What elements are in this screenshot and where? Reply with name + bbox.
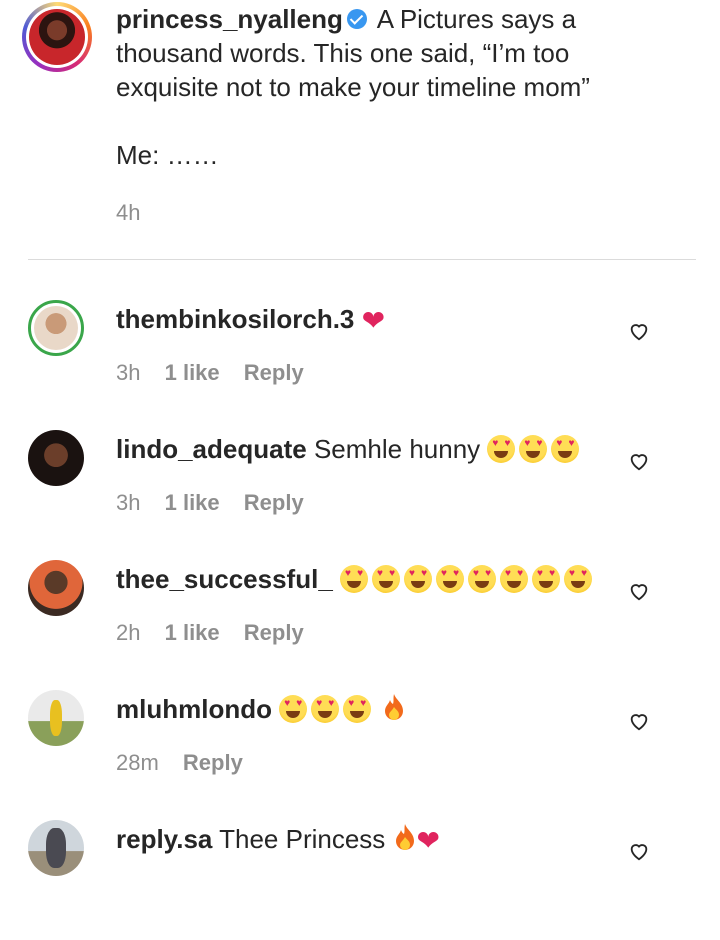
comment-username[interactable]: reply.sa	[116, 824, 212, 854]
comment-likes[interactable]: 1 like	[165, 490, 220, 515]
comment-username[interactable]: mluhmlondo	[116, 694, 272, 724]
fire-emoji	[395, 824, 414, 850]
heart-eyes-emoji	[311, 695, 340, 723]
post-author-avatar[interactable]	[22, 2, 92, 72]
avatar-photo	[29, 9, 85, 65]
caption-line-2: thousand words. This one said, “I’m too	[116, 38, 570, 68]
comment-username[interactable]: lindo_adequate	[116, 434, 307, 464]
comment-body: Thee Princess	[219, 824, 386, 854]
post-author-username[interactable]: princess_nyalleng	[116, 4, 343, 34]
like-heart-icon[interactable]	[628, 580, 650, 602]
reply-button[interactable]: Reply	[244, 620, 304, 645]
comment-meta: 28m Reply	[116, 750, 261, 776]
red-heart-emoji: ❤	[361, 305, 386, 336]
heart-eyes-emoji	[468, 565, 497, 593]
comment-username[interactable]: thembinkosilorch.3	[116, 304, 354, 334]
like-heart-icon[interactable]	[628, 710, 650, 732]
like-heart-icon[interactable]	[628, 450, 650, 472]
comment-item: reply.sa Thee Princess ❤	[0, 820, 720, 940]
heart-eyes-emoji	[436, 565, 465, 593]
post-caption: princess_nyalleng A Pictures says a thou…	[116, 2, 676, 172]
heart-eyes-emoji	[564, 565, 593, 593]
comment-item: thee_successful_ 2h 1 like Reply	[0, 560, 720, 680]
heart-eyes-emoji	[519, 435, 548, 463]
caption-line-4: Me: ……	[116, 140, 219, 170]
comment-text: thembinkosilorch.3 ❤	[116, 302, 385, 338]
comment-meta: 2h 1 like Reply	[116, 620, 322, 646]
verified-badge-icon	[346, 9, 367, 29]
fire-emoji	[385, 694, 404, 720]
comment-text: mluhmlondo	[116, 692, 406, 726]
like-heart-icon[interactable]	[628, 320, 650, 342]
heart-eyes-emoji	[340, 565, 369, 593]
comment-body: Semhle hunny	[313, 434, 481, 464]
heart-eyes-emoji	[279, 695, 308, 723]
comment-likes[interactable]: 1 like	[165, 360, 220, 385]
heart-eyes-emoji	[532, 565, 561, 593]
comment-text: lindo_adequate Semhle hunny	[116, 432, 583, 466]
comment-username[interactable]: thee_successful_	[116, 564, 333, 594]
story-ring	[26, 6, 88, 68]
comment-time: 28m	[116, 750, 159, 775]
comment-meta: 3h 1 like Reply	[116, 490, 322, 516]
heart-eyes-emoji	[500, 565, 529, 593]
like-heart-icon[interactable]	[628, 840, 650, 862]
comment-item: thembinkosilorch.3 ❤ 3h 1 like Reply	[0, 300, 720, 420]
comment-meta: 3h 1 like Reply	[116, 360, 322, 386]
reply-button[interactable]: Reply	[244, 360, 304, 385]
divider	[28, 259, 696, 260]
heart-eyes-emoji	[487, 435, 516, 463]
heart-eyes-emoji	[343, 695, 372, 723]
heart-eyes-emoji	[372, 565, 401, 593]
comment-time: 3h	[116, 490, 141, 515]
red-heart-emoji: ❤	[416, 825, 441, 856]
heart-eyes-emoji	[551, 435, 580, 463]
comment-text: reply.sa Thee Princess ❤	[116, 822, 440, 858]
commenter-avatar[interactable]	[28, 430, 84, 486]
comment-item: lindo_adequate Semhle hunny 3h 1 like Re…	[0, 430, 720, 550]
reply-button[interactable]: Reply	[244, 490, 304, 515]
comment-likes[interactable]: 1 like	[165, 620, 220, 645]
comment-item: mluhmlondo 28m Reply	[0, 690, 720, 810]
commenter-avatar[interactable]	[28, 560, 84, 616]
heart-eyes-emoji	[404, 565, 433, 593]
reply-button[interactable]: Reply	[183, 750, 243, 775]
post-timestamp: 4h	[116, 200, 141, 225]
commenter-avatar[interactable]	[28, 690, 84, 746]
commenter-avatar[interactable]	[28, 820, 84, 876]
comment-time: 3h	[116, 360, 141, 385]
comment-time: 2h	[116, 620, 141, 645]
comment-text: thee_successful_	[116, 562, 596, 596]
caption-line-1: A Pictures says a	[376, 4, 577, 34]
commenter-avatar[interactable]	[28, 300, 84, 356]
caption-line-3: exquisite not to make your timeline mom”	[116, 72, 590, 102]
